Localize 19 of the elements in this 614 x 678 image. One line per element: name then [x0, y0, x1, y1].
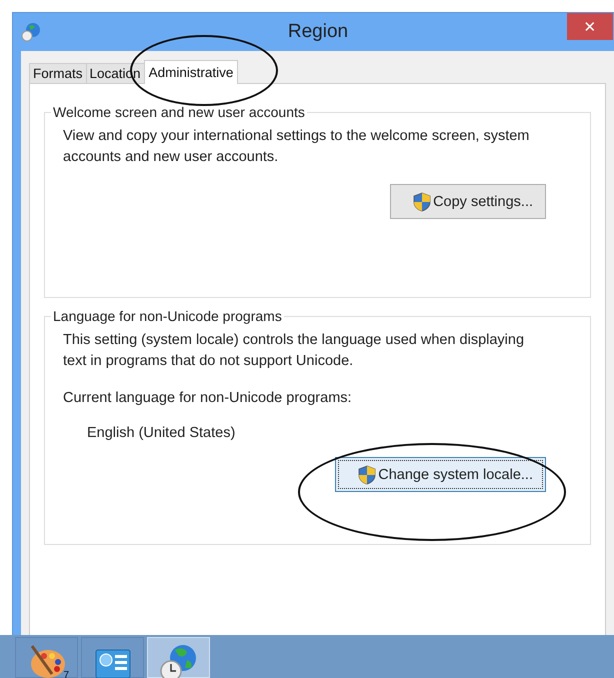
- tab[interactable]: Administrative: [144, 60, 238, 84]
- shield-icon: [413, 192, 432, 212]
- badge-count: 7: [63, 670, 69, 678]
- shield-icon: [358, 464, 376, 484]
- window-title: Region: [288, 21, 348, 42]
- group-title: Language for non-Unicode programs: [52, 308, 283, 324]
- taskbar-button[interactable]: 7: [15, 637, 78, 678]
- description-text: View and copy your international settings to the welcome screen, system accounts and new user accounts.: [63, 127, 530, 167]
- tab[interactable]: Formats: [29, 63, 87, 83]
- group-title: Welcome screen and new user accounts: [52, 104, 306, 120]
- description-text: Current language for non-Unicode programs:: [63, 389, 353, 408]
- language-value: English (United States): [87, 425, 236, 441]
- close-button[interactable]: ✕: [567, 13, 613, 40]
- taskbar-button[interactable]: [81, 637, 144, 678]
- settings-button[interactable]: Change system locale...: [335, 457, 546, 492]
- description-text: This setting (system locale) controls the language used when displaying text in programs that do not support Unicode.: [63, 331, 526, 371]
- globe-clock-icon: [158, 644, 198, 678]
- settings-button[interactable]: Copy settings...: [390, 184, 546, 219]
- globe-clock-icon: [21, 22, 41, 42]
